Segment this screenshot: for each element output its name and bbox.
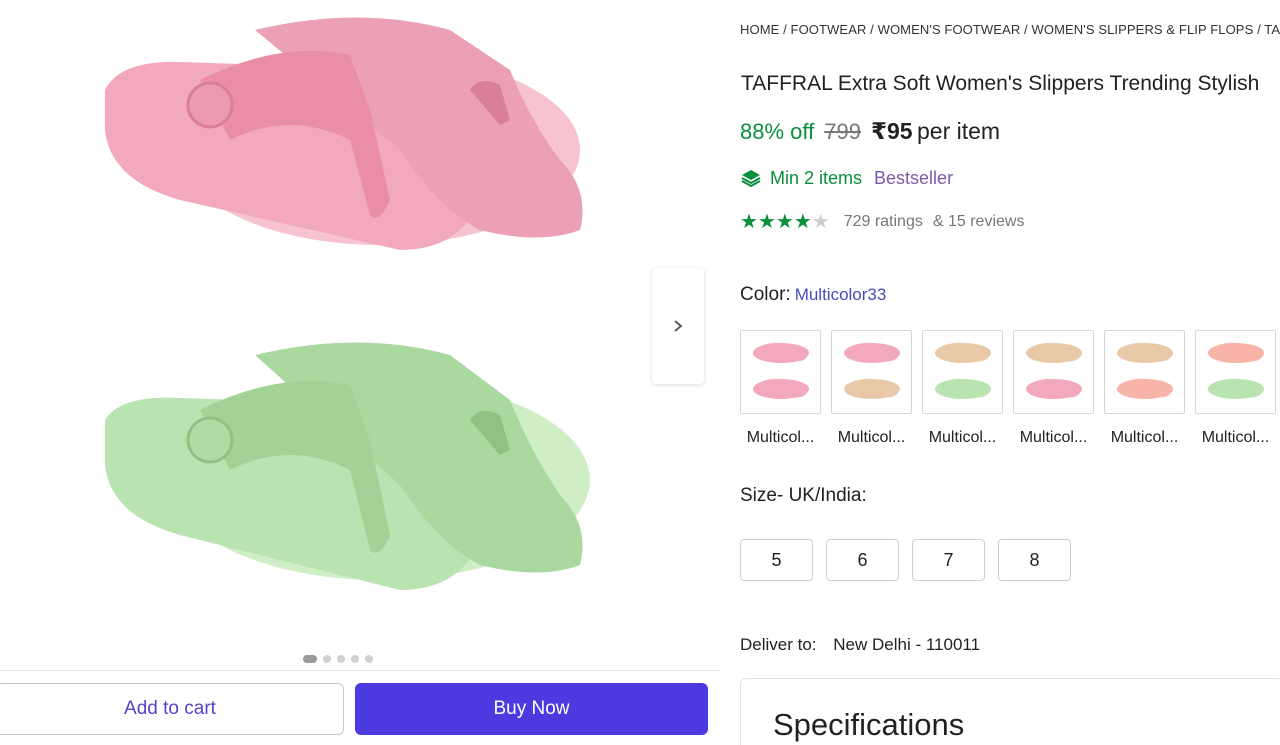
color-option-thumbnail[interactable] [1013,330,1094,414]
color-option-label: Multicol... [1019,429,1088,446]
star-icon: ★ [793,211,812,233]
size-option[interactable]: 7 [912,539,985,581]
chevron-right-icon [674,320,683,332]
star-icon: ★ [811,211,830,233]
color-option[interactable]: Multicol... [831,330,912,447]
delivery-label: Deliver to: [740,635,817,654]
color-option-thumbnail[interactable] [922,330,1003,414]
product-gallery[interactable] [0,0,720,670]
layers-icon [741,170,761,188]
min-items-text: Min 2 items [770,167,863,188]
action-bar: Add to cart Buy Now [0,670,720,745]
color-option[interactable]: Multicol... [1195,330,1276,447]
color-option-thumbnail[interactable] [831,330,912,414]
color-option-label: Multicol... [1201,429,1270,446]
image-pagination-dots [303,655,373,663]
size-option[interactable]: 6 [826,539,899,581]
delivery-row[interactable]: Deliver to: New Delhi - 110011 [740,635,980,655]
size-label: Size- UK/India: [740,485,867,506]
star-icon: ★ [757,211,776,233]
color-label-row: Color: Multicolor33 [740,284,886,306]
reviews-count: & 15 reviews [932,213,1025,230]
star-icon: ★ [775,211,794,233]
specifications-card: Specifications [740,678,1280,745]
next-image-button[interactable] [652,268,704,384]
ratings-count: 729 ratings [843,213,923,230]
breadcrumb-slippers[interactable]: WOMEN'S SLIPPERS & FLIP FLOPS [1031,22,1253,37]
pink-slipper-pair [105,17,583,250]
product-title: TAFFRAL Extra Soft Women's Slippers Tren… [741,72,1260,95]
min-items-row: Min 2 items Bestseller [740,167,953,189]
color-option-label: Multicol... [928,429,997,446]
color-option[interactable]: Multicol... [922,330,1003,447]
color-label: Color: [740,284,791,305]
size-option[interactable]: 8 [998,539,1071,581]
pagination-dot[interactable] [303,655,317,663]
breadcrumb-home[interactable]: HOME [740,22,779,37]
color-option[interactable]: Multicol... [740,330,821,447]
color-option-thumbnail[interactable] [740,330,821,414]
selling-price: ₹95 [870,118,913,144]
product-details: HOME / FOOTWEAR / WOMEN'S FOOTWEAR / WOM… [740,0,1280,745]
buy-now-button[interactable]: Buy Now [355,683,708,735]
color-option-label: Multicol... [1110,429,1179,446]
green-slipper-pair [105,342,590,590]
color-option-label: Multicol... [837,429,906,446]
specifications-title: Specifications [773,707,965,742]
color-option[interactable]: Multicol... [1104,330,1185,447]
color-value: Multicolor33 [794,285,887,304]
bestseller-badge: Bestseller [874,167,954,188]
breadcrumb-womens-footwear[interactable]: WOMEN'S FOOTWEAR [878,22,1021,37]
rating-row[interactable]: ★ ★ ★ ★ ★ 729 ratings & 15 reviews [740,212,1024,232]
price-row: 88% off 799 ₹95 per item [740,118,1000,145]
pagination-dot[interactable] [337,655,345,663]
rating-stars: ★ ★ ★ ★ ★ [740,212,830,232]
size-options: 5678 [740,539,1071,581]
pagination-dot[interactable] [323,655,331,663]
delivery-location: New Delhi - 110011 [833,635,981,654]
mrp-price: 799 [824,119,861,144]
star-icon: ★ [740,211,758,233]
discount-text: 88% off [740,119,815,144]
breadcrumb-current[interactable]: TAFF [1264,22,1280,37]
add-to-cart-button[interactable]: Add to cart [0,683,344,735]
pagination-dot[interactable] [365,655,373,663]
product-image[interactable] [60,0,640,640]
size-option[interactable]: 5 [740,539,813,581]
pagination-dot[interactable] [351,655,359,663]
color-option-thumbnail[interactable] [1195,330,1276,414]
breadcrumb-footwear[interactable]: FOOTWEAR [791,22,867,37]
color-swatches: Multicol... Multicol... Multicol... Multico… [740,330,1276,447]
color-option-label: Multicol... [746,429,815,446]
color-option-thumbnail[interactable] [1104,330,1185,414]
price-suffix: per item [916,118,1001,144]
breadcrumb: HOME / FOOTWEAR / WOMEN'S FOOTWEAR / WOM… [740,22,1280,37]
color-option[interactable]: Multicol... [1013,330,1094,447]
